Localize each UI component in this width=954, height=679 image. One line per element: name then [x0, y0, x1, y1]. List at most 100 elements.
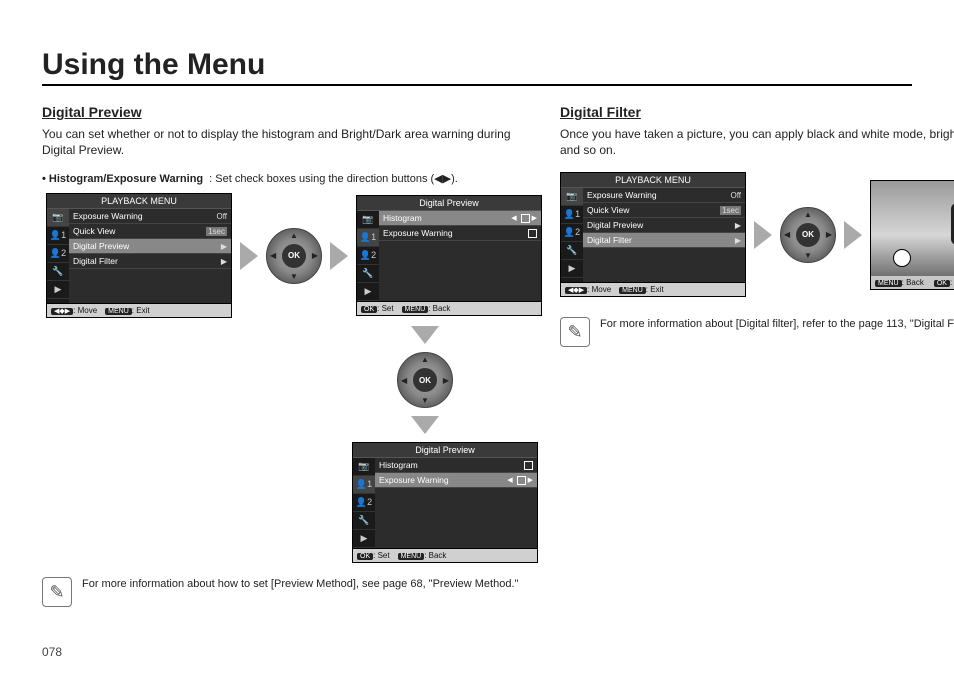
heading-digital-filter: Digital Filter	[560, 104, 954, 120]
row-label: Digital Filter	[587, 235, 632, 245]
page-number: 078	[42, 645, 62, 659]
footer-back: : Back	[424, 551, 446, 560]
tab-play-icon: ▶	[561, 260, 583, 278]
tab-play-icon: ▶	[357, 283, 379, 301]
tab-user1-icon: 👤1	[357, 229, 379, 247]
tab-user1-icon: 👤1	[47, 227, 69, 245]
footer-exit: : Exit	[646, 285, 664, 294]
row-value: Off	[730, 191, 741, 200]
row-value: 1sec	[720, 206, 741, 215]
screen-tabs: 📷 👤1 👤2 🔧 ▶	[357, 211, 379, 301]
checkbox-icon[interactable]	[528, 229, 537, 238]
screen-playback-menu-b: PLAYBACK MENU 📷 👤1 👤2 🔧 ▶ Exposure Warni…	[560, 172, 746, 297]
arrow-right-icon: ▶	[735, 236, 741, 245]
ok-dial[interactable]: ▲▼◀▶ OK	[780, 207, 836, 263]
screen-title: Digital Preview	[357, 196, 541, 211]
footer-back: : Back	[428, 304, 450, 313]
checkbox-group[interactable]: ◀▶	[511, 214, 537, 223]
note-text: For more information about [Digital filt…	[600, 317, 954, 332]
intro-digital-filter: Once you have taken a picture, you can a…	[560, 126, 954, 158]
screen-filter-result: B&W 100 0.0 ISO MENU: Back OK: Set	[870, 180, 954, 290]
transition-dial-right: ▲▼◀▶ OK	[238, 228, 350, 284]
row-value: Off	[216, 212, 227, 221]
dpad-icon: ◀◆▶	[51, 308, 73, 315]
column-digital-preview: Digital Preview You can set whether or n…	[42, 104, 542, 607]
tab-play-icon: ▶	[47, 281, 69, 299]
photo-footer: MENU: Back OK: Set	[871, 276, 954, 289]
bullet-label: • Histogram/Exposure Warning	[42, 172, 203, 187]
screen-footer: ◀◆▶: Move MENU: Exit	[561, 282, 745, 296]
ok-dial[interactable]: ▲▼◀▶ OK	[266, 228, 322, 284]
screen-footer: ◀◆▶: Move MENU: Exit	[47, 303, 231, 317]
arrow-down-icon	[411, 416, 439, 434]
row-label: Digital Filter	[73, 256, 118, 266]
screen-title: PLAYBACK MENU	[561, 173, 745, 188]
note-icon: ✎	[42, 577, 72, 607]
row-label: Histogram	[383, 213, 422, 223]
arrow-right-icon	[240, 242, 258, 270]
tab-user1-icon: 👤1	[353, 476, 375, 494]
row-label: Exposure Warning	[73, 211, 143, 221]
note-digital-filter: ✎ For more information about [Digital fi…	[560, 317, 954, 347]
row-label: Histogram	[379, 460, 418, 470]
screen-playback-menu-a: PLAYBACK MENU 📷 👤1 👤2 🔧 ▶ Exposure Warni…	[46, 193, 232, 318]
row-exposure-warning[interactable]: Exposure Warning Off	[69, 209, 231, 224]
row-label: Exposure Warning	[587, 190, 657, 200]
screen-digital-preview-2: Digital Preview 📷 👤1 👤2 🔧 ▶ Histogram	[352, 442, 538, 563]
row-value: 1sec	[206, 227, 227, 236]
row-digital-filter[interactable]: Digital Filter ▶	[583, 233, 745, 248]
row-digital-filter[interactable]: Digital Filter ▶	[69, 254, 231, 269]
arrow-right-icon	[330, 242, 348, 270]
transition-dial-down: ▲▼◀▶ OK	[397, 324, 453, 436]
row-quick-view[interactable]: Quick View 1sec	[69, 224, 231, 239]
row-exposure-warning[interactable]: Exposure Warning Off	[583, 188, 745, 203]
row-digital-preview[interactable]: Digital Preview ▶	[69, 239, 231, 254]
ok-button[interactable]: OK	[413, 368, 437, 392]
photo-ball-icon	[893, 249, 911, 267]
menu-button-icon: MENU	[105, 308, 132, 315]
menu-button-icon: MENU	[398, 553, 425, 560]
ok-key-icon: OK	[361, 306, 377, 313]
ok-button[interactable]: OK	[796, 223, 820, 247]
row-label: Digital Preview	[73, 241, 129, 251]
ok-button[interactable]: OK	[282, 244, 306, 268]
figure-row-1: PLAYBACK MENU 📷 👤1 👤2 🔧 ▶ Exposure Warni…	[46, 193, 542, 318]
tab-wrench-icon: 🔧	[47, 263, 69, 281]
row-exposure-warning[interactable]: Exposure Warning	[379, 226, 541, 241]
page-title: Using the Menu	[42, 48, 912, 86]
footer-back: : Back	[902, 278, 924, 287]
row-histogram[interactable]: Histogram	[375, 458, 537, 473]
footer-set: : Set	[950, 278, 954, 287]
tab-user2-icon: 👤2	[47, 245, 69, 263]
tab-user2-icon: 👤2	[561, 224, 583, 242]
tab-wrench-icon: 🔧	[561, 242, 583, 260]
ok-key-icon: OK	[357, 553, 373, 560]
heading-digital-preview: Digital Preview	[42, 104, 542, 120]
menu-button-icon: MENU	[619, 287, 646, 294]
row-exposure-warning[interactable]: Exposure Warning ◀▶	[375, 473, 537, 488]
row-digital-preview[interactable]: Digital Preview ▶	[583, 218, 745, 233]
tab-camera-icon: 📷	[357, 211, 379, 229]
tab-wrench-icon: 🔧	[357, 265, 379, 283]
checkbox-icon[interactable]	[524, 461, 533, 470]
tab-camera-icon: 📷	[353, 458, 375, 476]
tab-camera-icon: 📷	[47, 209, 69, 227]
screen-footer: OK: Set MENU: Back	[357, 301, 541, 315]
menu-button-icon: MENU	[875, 280, 902, 287]
row-label: Quick View	[587, 205, 629, 215]
column-digital-filter: Digital Filter Once you have taken a pic…	[560, 104, 954, 607]
menu-button-icon: MENU	[402, 306, 429, 313]
row-quick-view[interactable]: Quick View 1sec	[583, 203, 745, 218]
figure-col-down: ▲▼◀▶ OK Digital Preview 📷 👤1 👤2 🔧 ▶	[352, 324, 538, 563]
screen-title: PLAYBACK MENU	[47, 194, 231, 209]
footer-set: : Set	[373, 551, 389, 560]
tab-user2-icon: 👤2	[353, 494, 375, 512]
ok-dial[interactable]: ▲▼◀▶ OK	[397, 352, 453, 408]
row-histogram[interactable]: Histogram ◀▶	[379, 211, 541, 226]
checkbox-group[interactable]: ◀▶	[507, 476, 533, 485]
bullet-histogram-exposure: • Histogram/Exposure Warning : Set check…	[42, 172, 542, 187]
note-icon: ✎	[560, 317, 590, 347]
transition-dial-right: ▲▼◀▶ OK	[752, 207, 864, 263]
tab-user1-icon: 👤1	[561, 206, 583, 224]
footer-set: : Set	[377, 304, 393, 313]
